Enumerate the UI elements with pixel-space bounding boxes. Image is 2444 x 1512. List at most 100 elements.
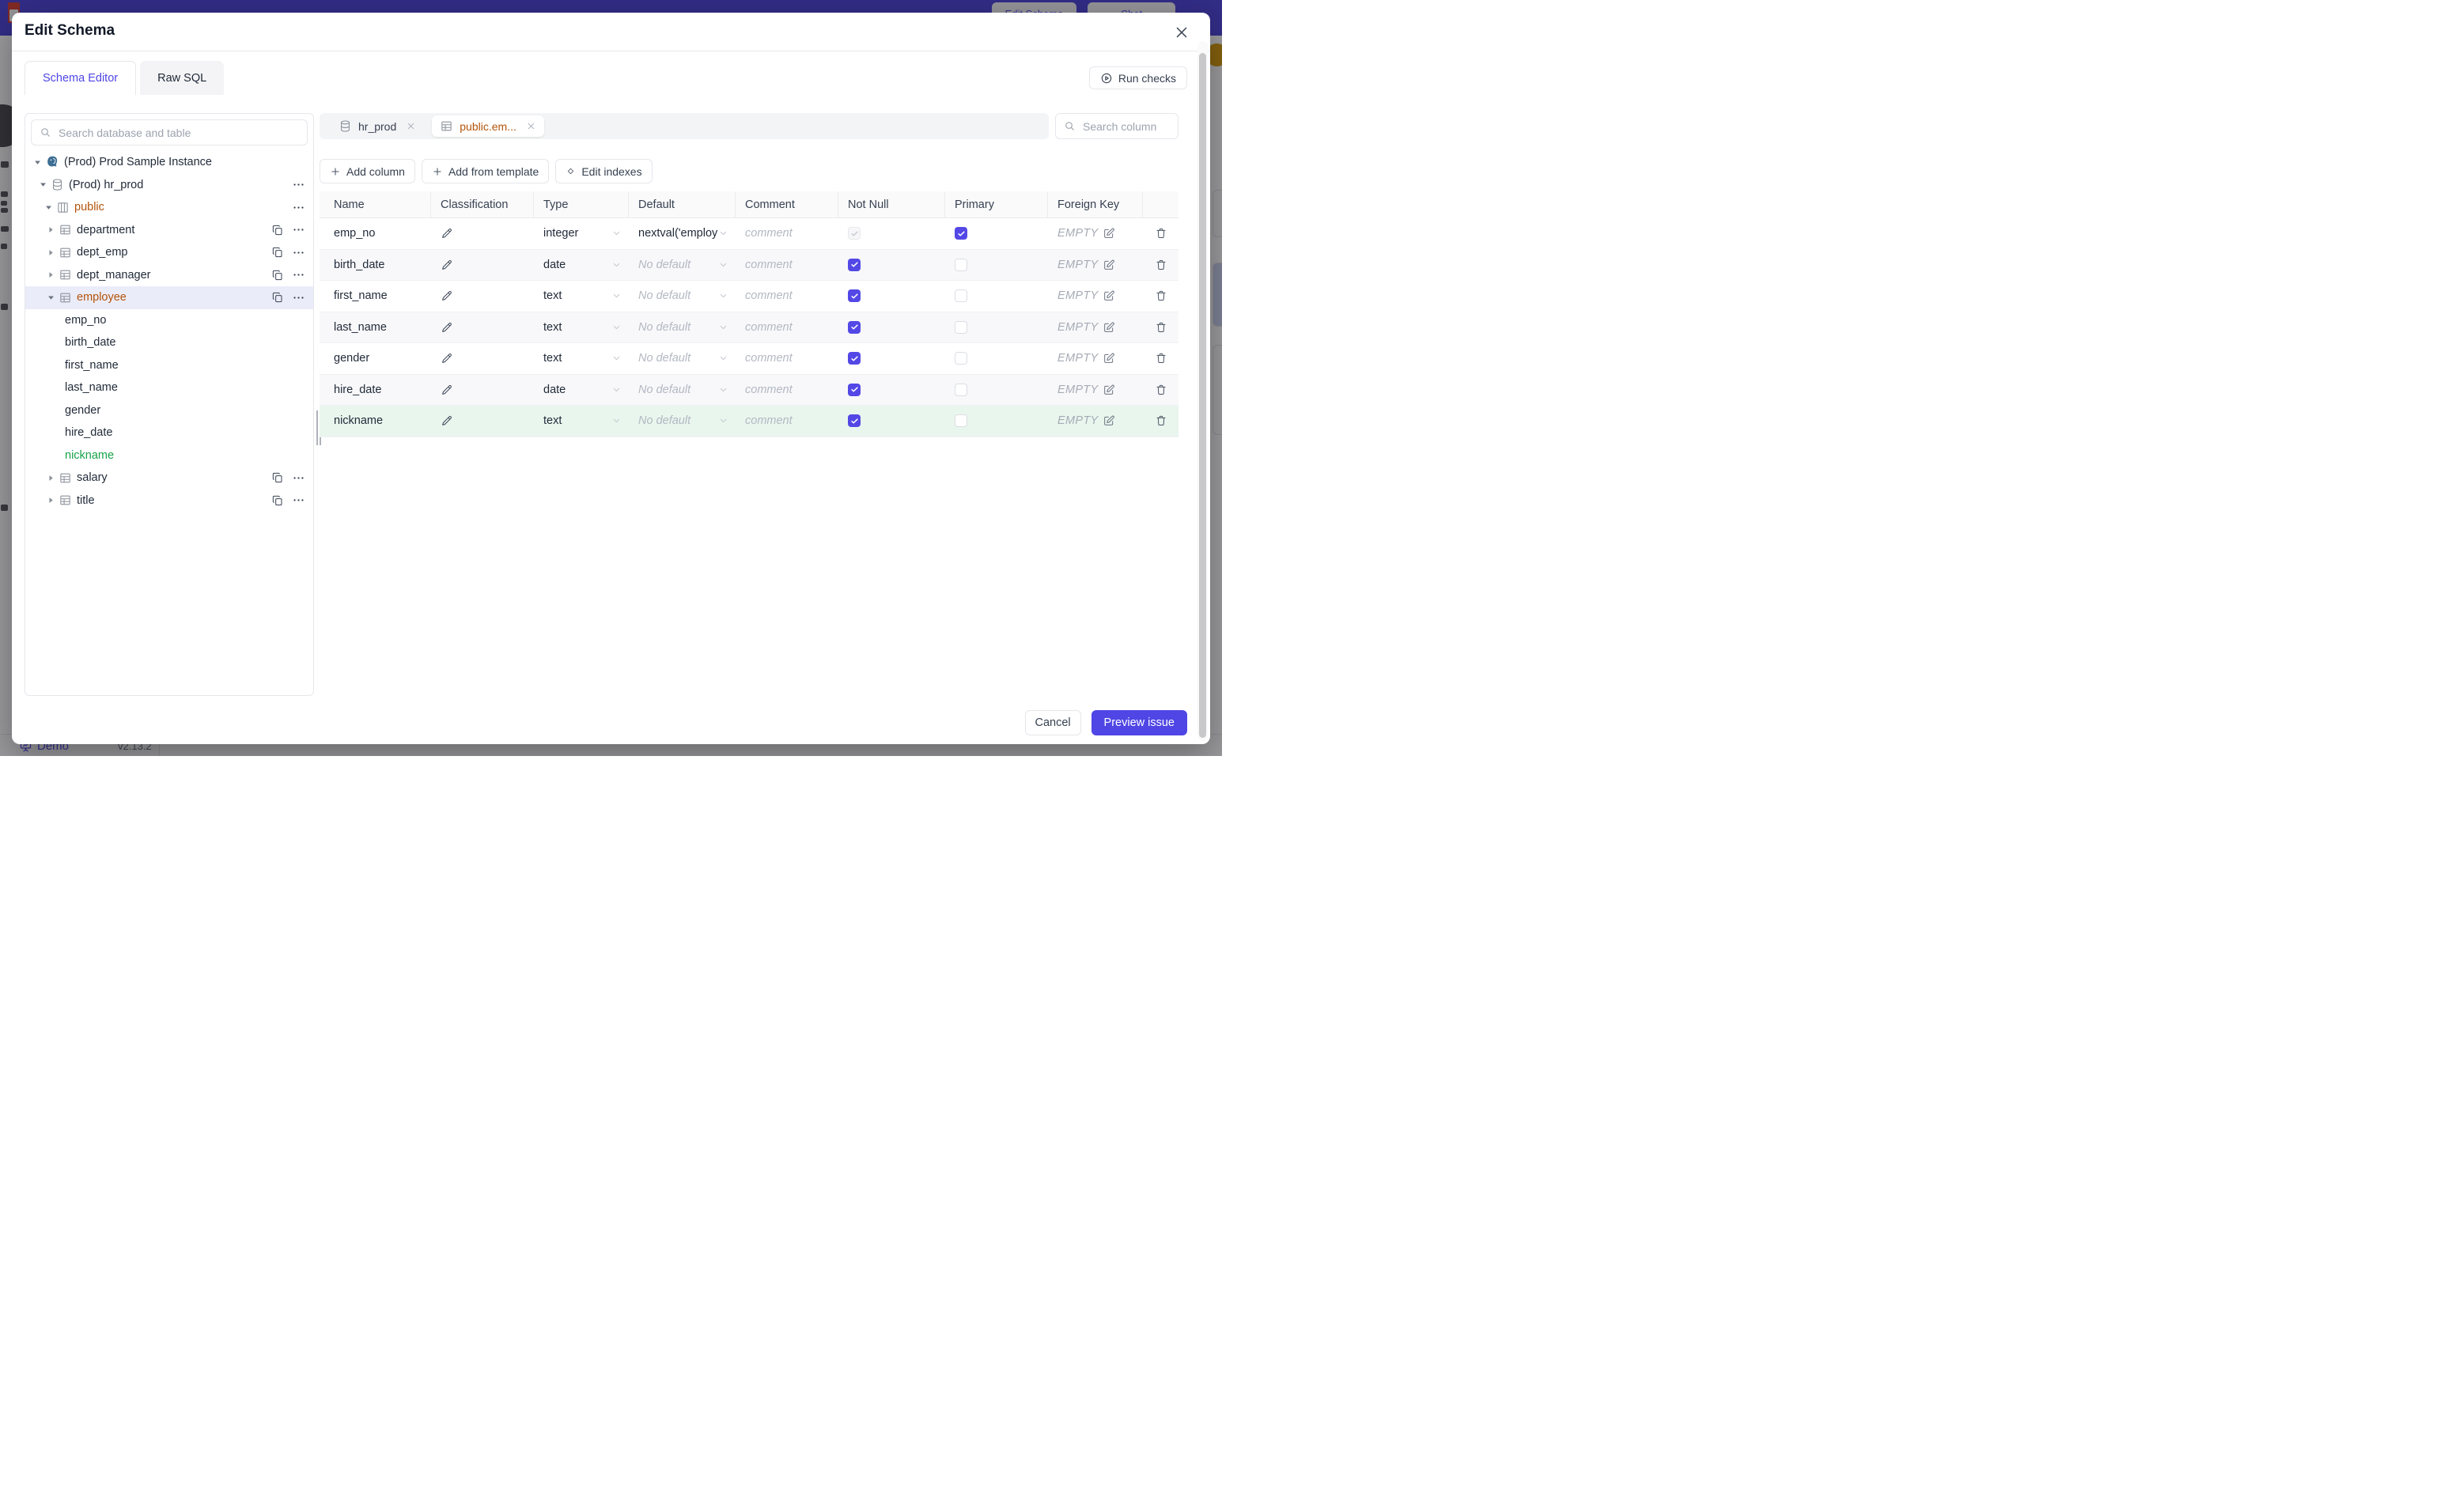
column-search-input[interactable] [1081, 119, 1178, 134]
duplicate-table-icon[interactable] [271, 494, 284, 507]
chevron-down-icon[interactable] [43, 203, 54, 212]
tree-item-tree-column-nickname[interactable]: nickname [25, 444, 313, 467]
foreign-key-edit-icon[interactable] [1103, 352, 1115, 365]
more-actions-icon[interactable] [292, 268, 305, 282]
default-select[interactable]: No default [629, 250, 736, 281]
more-actions-icon[interactable] [292, 471, 305, 485]
primary-checkbox[interactable] [955, 383, 967, 396]
more-actions-icon[interactable] [292, 246, 305, 259]
type-select[interactable]: date [534, 375, 629, 406]
chevron-right-icon[interactable] [45, 225, 56, 234]
primary-checkbox[interactable] [955, 227, 967, 240]
foreign-key-edit-icon[interactable] [1103, 321, 1115, 334]
default-select[interactable]: No default [629, 281, 736, 312]
foreign-key-edit-icon[interactable] [1103, 289, 1115, 302]
tree-item-table-department[interactable]: department [25, 219, 313, 242]
foreign-key-edit-icon[interactable] [1103, 259, 1115, 271]
editor-tab-public.em...[interactable]: public.em... [432, 115, 544, 137]
close-icon[interactable] [1172, 23, 1191, 42]
tree-item-table-title[interactable]: title [25, 490, 313, 512]
database-search-input[interactable] [57, 125, 307, 140]
classification-edit-icon[interactable] [441, 259, 453, 271]
primary-checkbox[interactable] [955, 289, 967, 303]
default-select[interactable]: No default [629, 343, 736, 374]
not-null-checkbox[interactable] [848, 258, 861, 271]
tree-item-table-employee[interactable]: employee [25, 286, 313, 309]
more-actions-icon[interactable] [292, 291, 305, 304]
primary-checkbox[interactable] [955, 414, 967, 428]
not-null-checkbox[interactable] [848, 289, 861, 303]
duplicate-table-icon[interactable] [271, 471, 284, 484]
classification-edit-icon[interactable] [441, 289, 453, 302]
delete-column-icon[interactable] [1155, 321, 1167, 334]
tab-raw-sql[interactable]: Raw SQL [140, 61, 225, 95]
tree-item-tree-column-hire_date[interactable]: hire_date [25, 421, 313, 444]
tree-item-table-dept_manager[interactable]: dept_manager [25, 264, 313, 287]
delete-column-icon[interactable] [1155, 289, 1167, 302]
foreign-key-edit-icon[interactable] [1103, 384, 1115, 396]
tab-schema-editor[interactable]: Schema Editor [25, 61, 137, 95]
duplicate-table-icon[interactable] [271, 224, 284, 236]
editor-tab-hr_prod[interactable]: hr_prod [331, 115, 424, 137]
delete-column-icon[interactable] [1155, 414, 1167, 427]
foreign-key-edit-icon[interactable] [1103, 227, 1115, 240]
chevron-down-icon[interactable] [32, 158, 43, 167]
more-actions-icon[interactable] [292, 493, 305, 507]
type-select[interactable]: text [534, 281, 629, 312]
chevron-right-icon[interactable] [45, 496, 56, 505]
default-select[interactable]: No default [629, 375, 736, 406]
type-select[interactable]: text [534, 343, 629, 374]
comment-input[interactable]: comment [736, 312, 838, 343]
not-null-checkbox[interactable] [848, 320, 861, 334]
foreign-key-edit-icon[interactable] [1103, 414, 1115, 427]
tree-item-database-hr_prod[interactable]: (Prod) hr_prod [25, 174, 313, 197]
not-null-checkbox[interactable] [848, 352, 861, 365]
type-select[interactable]: date [534, 250, 629, 281]
delete-column-icon[interactable] [1155, 227, 1167, 240]
default-select[interactable]: No default [629, 312, 736, 343]
primary-checkbox[interactable] [955, 320, 967, 334]
more-actions-icon[interactable] [292, 201, 305, 214]
tree-item-tree-column-last_name[interactable]: last_name [25, 376, 313, 399]
chevron-down-icon[interactable] [37, 180, 48, 189]
more-actions-icon[interactable] [292, 178, 305, 191]
chevron-right-icon[interactable] [45, 248, 56, 257]
close-tab-icon[interactable] [406, 121, 416, 131]
not-null-checkbox[interactable] [848, 383, 861, 396]
classification-edit-icon[interactable] [441, 414, 453, 427]
run-checks-button[interactable]: Run checks [1088, 66, 1187, 89]
chevron-down-icon[interactable] [45, 293, 56, 302]
tree-item-tree-column-birth_date[interactable]: birth_date [25, 331, 313, 354]
classification-edit-icon[interactable] [441, 227, 453, 240]
comment-input[interactable]: comment [736, 343, 838, 374]
type-select[interactable]: text [534, 406, 629, 437]
comment-input[interactable]: comment [736, 218, 838, 249]
chevron-right-icon[interactable] [45, 474, 56, 482]
default-select[interactable]: nextval('employ [629, 218, 736, 249]
comment-input[interactable]: comment [736, 250, 838, 281]
duplicate-table-icon[interactable] [271, 269, 284, 282]
more-actions-icon[interactable] [292, 223, 305, 236]
default-select[interactable]: No default [629, 406, 736, 437]
comment-input[interactable]: comment [736, 406, 838, 437]
delete-column-icon[interactable] [1155, 384, 1167, 396]
modal-scrollbar-thumb[interactable] [1199, 53, 1206, 738]
cancel-button[interactable]: Cancel [1024, 710, 1081, 735]
not-null-checkbox[interactable] [848, 227, 861, 240]
preview-issue-button[interactable]: Preview issue [1091, 710, 1187, 735]
tree-item-instance-prod-sample[interactable]: (Prod) Prod Sample Instance [25, 151, 313, 174]
type-select[interactable]: text [534, 312, 629, 343]
tree-item-table-salary[interactable]: salary [25, 467, 313, 490]
edit-indexes-button[interactable]: Edit indexes [555, 159, 653, 183]
tree-item-tree-column-gender[interactable]: gender [25, 399, 313, 422]
tree-item-tree-column-emp_no[interactable]: emp_no [25, 309, 313, 332]
tree-item-table-dept_emp[interactable]: dept_emp [25, 241, 313, 264]
classification-edit-icon[interactable] [441, 352, 453, 365]
duplicate-table-icon[interactable] [271, 291, 284, 304]
delete-column-icon[interactable] [1155, 352, 1167, 365]
add-column-button[interactable]: Add column [320, 159, 415, 183]
delete-column-icon[interactable] [1155, 259, 1167, 271]
classification-edit-icon[interactable] [441, 384, 453, 396]
tree-item-tree-column-first_name[interactable]: first_name [25, 354, 313, 377]
primary-checkbox[interactable] [955, 258, 967, 271]
